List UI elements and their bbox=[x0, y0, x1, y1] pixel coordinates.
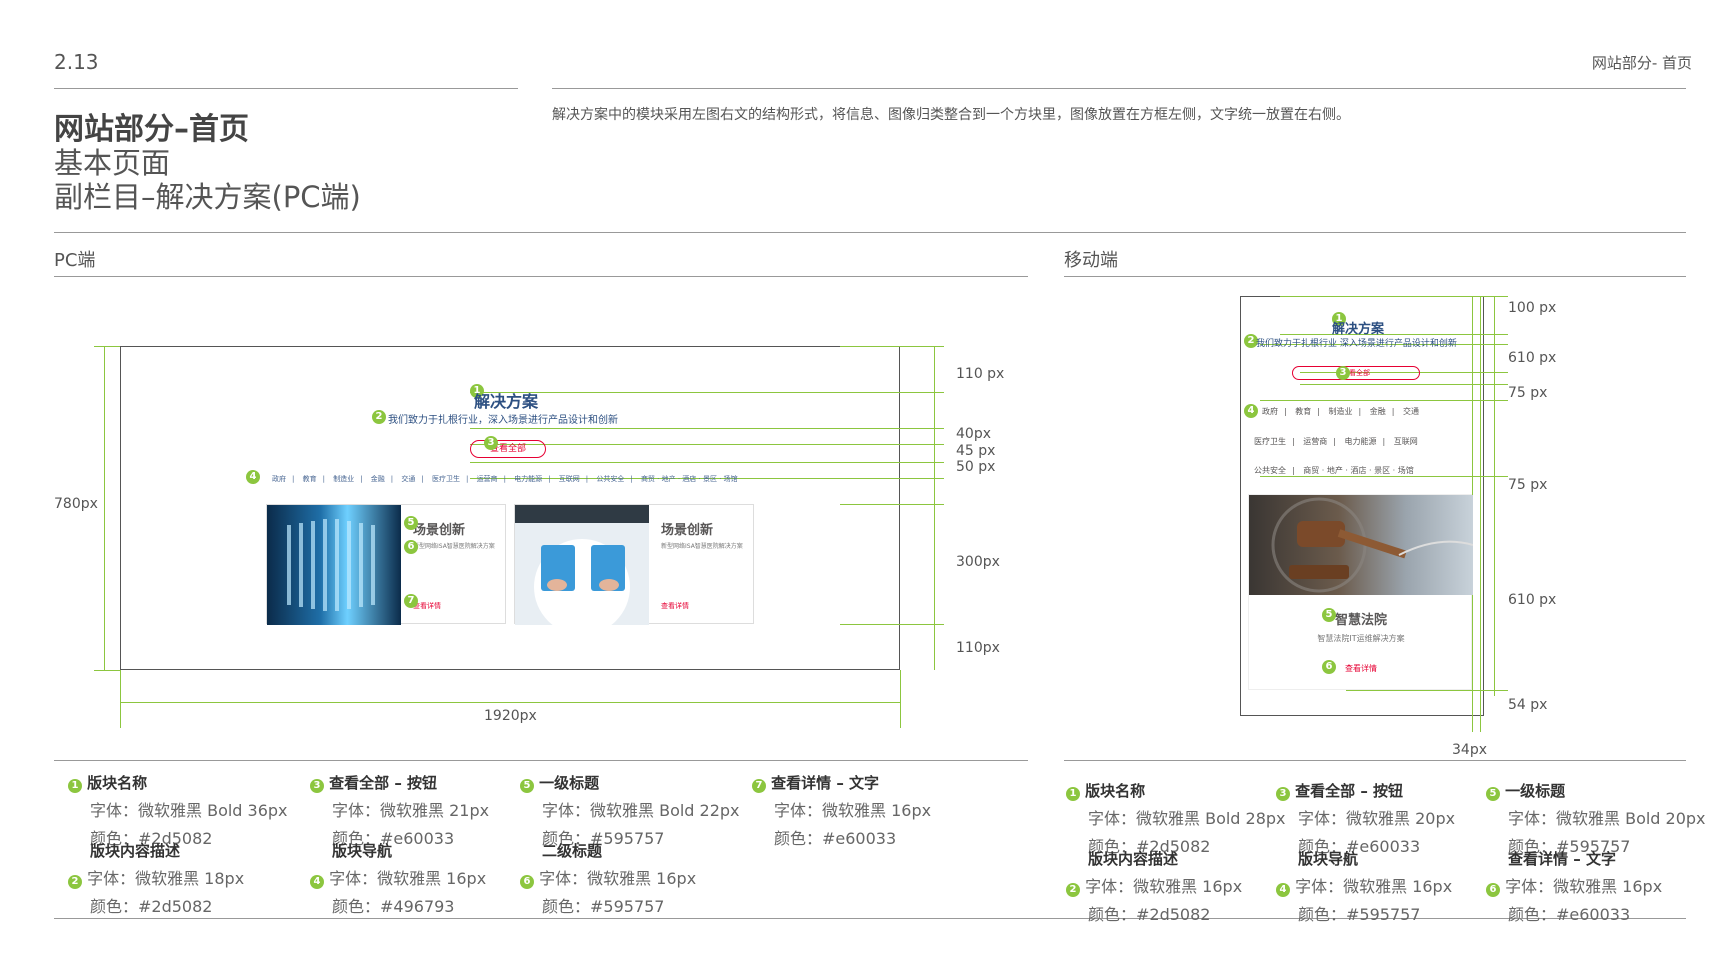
nav-item[interactable]: 教育 bbox=[1295, 407, 1311, 416]
mobile-spec-3: 3 查看全部 – 按钮 字体：微软雅黑 20px 颜色：#e60033 bbox=[1276, 780, 1455, 857]
mobile-card-title: 智慧法院 bbox=[1334, 613, 1387, 628]
mobile-mock-title: 解决方案 bbox=[1332, 322, 1385, 337]
mobile-card[interactable]: 智慧法院 智慧法院IT运维解决方案 查看详情 bbox=[1248, 494, 1473, 690]
pc-spec-1: 1 版块名称 字体：微软雅黑 Bold 36px 颜色：#2d5082 bbox=[68, 772, 288, 849]
nav-item[interactable]: 互联网 bbox=[1394, 437, 1418, 446]
divider bbox=[1064, 276, 1686, 277]
nav-item[interactable]: 公共安全 bbox=[1254, 466, 1286, 475]
pc-mock-nav: 政府 | 教育 | 制造业 | 金融 | 交通 | 医疗卫生 | 运营商 | 电力能源 | 互联… bbox=[272, 475, 738, 483]
nav-item[interactable]: 电力能源 bbox=[514, 475, 542, 483]
mobile-spec-5: 5 一级标题 字体：微软雅黑 Bold 20px 颜色：#595757 bbox=[1486, 780, 1706, 857]
mobile-section-label: 移动端 bbox=[1064, 250, 1118, 271]
nav-item[interactable]: 运营商 bbox=[477, 475, 498, 483]
pc-dim-4: 50 px bbox=[956, 459, 996, 475]
pc-spec-2: 版块内容描述 2 字体：微软雅黑 18px 颜色：#2d5082 bbox=[68, 840, 244, 917]
mobile-mock-nav-row-3: 公共安全 | 商贸 · 地产 · 酒店 · 景区 · 场馆 bbox=[1254, 466, 1414, 475]
nav-item[interactable]: 电力能源 bbox=[1345, 437, 1377, 446]
mobile-card-desc: 智慧法院IT运维解决方案 bbox=[1317, 634, 1405, 643]
nav-item[interactable]: 教育 bbox=[303, 475, 317, 483]
mobile-spec-4: 版块导航 4 字体：微软雅黑 16px 颜色：#595757 bbox=[1276, 848, 1452, 925]
nav-item[interactable]: 金融 bbox=[371, 475, 385, 483]
pc-dim-1: 110 px bbox=[956, 366, 1005, 382]
header-right: 网站部分- 首页 bbox=[1591, 54, 1692, 72]
divider bbox=[54, 760, 1028, 761]
mobile-dim-1: 100 px bbox=[1508, 300, 1557, 316]
mobile-dim-2: 610 px bbox=[1508, 350, 1557, 366]
mobile-mock-subtitle: 我们致力于扎根行业 深入场景进行产品设计和创新 bbox=[1256, 339, 1457, 349]
pc-card-desc: 新型网络ISA智慧医院解决方案 bbox=[661, 543, 743, 550]
nav-item[interactable]: 交通 bbox=[1403, 407, 1419, 416]
mobile-dim-6: 54 px bbox=[1508, 697, 1548, 713]
pc-card-title: 场景创新 bbox=[661, 523, 714, 538]
nav-item[interactable]: 医疗卫生 bbox=[1254, 437, 1286, 446]
nav-item[interactable]: 互联网 bbox=[559, 475, 580, 483]
mobile-dim-5: 610 px bbox=[1508, 592, 1557, 608]
description: 解决方案中的模块采用左图右文的结构形式，将信息、图像归类整合到一个方块里，图像放… bbox=[552, 107, 1350, 123]
laptop-image bbox=[515, 505, 649, 625]
nav-item[interactable]: 商贸 · 地产 · 酒店 · 景区 · 场馆 bbox=[1303, 466, 1414, 475]
pc-spec-5: 5 一级标题 字体：微软雅黑 Bold 22px 颜色：#595757 bbox=[520, 772, 740, 849]
mobile-dim-4: 75 px bbox=[1508, 477, 1548, 493]
mobile-spec-2: 版块内容描述 2 字体：微软雅黑 16px 颜色：#2d5082 bbox=[1066, 848, 1242, 925]
nav-item[interactable]: 制造业 bbox=[1329, 407, 1353, 416]
nav-item[interactable]: 政府 bbox=[272, 475, 286, 483]
mobile-dim-3: 75 px bbox=[1508, 385, 1548, 401]
pc-height-label: 780px bbox=[54, 496, 98, 512]
pc-mock-title: 解决方案 bbox=[474, 392, 539, 411]
nav-item[interactable]: 政府 bbox=[1262, 407, 1278, 416]
pc-spec-6: 二级标题 6 字体：微软雅黑 16px 颜色：#595757 bbox=[520, 840, 696, 917]
pc-dim-6: 110px bbox=[956, 640, 1000, 656]
pc-card-1[interactable]: 场景创新 新型网络ISA智慧医院解决方案 查看详情 bbox=[266, 504, 506, 625]
page-number: 2.13 bbox=[54, 50, 99, 74]
mobile-width-label: 34px bbox=[1452, 742, 1487, 758]
pc-dim-3: 45 px bbox=[956, 443, 996, 459]
divider bbox=[54, 88, 518, 89]
pc-spec-4: 版块导航 4 字体：微软雅黑 16px 颜色：#496793 bbox=[310, 840, 486, 917]
pc-mock-view-all-button[interactable]: 查看全部 bbox=[470, 440, 546, 458]
mobile-mock-nav-row-1: 政府 | 教育 | 制造业 | 金融 | 交通 bbox=[1262, 407, 1419, 416]
mobile-spec-1: 1 版块名称 字体：微软雅黑 Bold 28px 颜色：#2d5082 bbox=[1066, 780, 1286, 857]
mobile-mock-nav-row-2: 医疗卫生 | 运营商 | 电力能源 | 互联网 bbox=[1254, 437, 1418, 446]
page-subtitle-2: 副栏目–解决方案(PC端) bbox=[54, 180, 361, 214]
gavel-image bbox=[1249, 495, 1473, 595]
pc-section-label: PC端 bbox=[54, 250, 96, 271]
nav-item[interactable]: 公共安全 bbox=[596, 475, 624, 483]
pc-mock-subtitle: 我们致力于扎根行业，深入场景进行产品设计和创新 bbox=[388, 415, 618, 426]
nav-item[interactable]: 制造业 bbox=[333, 475, 354, 483]
server-image bbox=[267, 505, 401, 625]
pc-card-title: 场景创新 bbox=[413, 523, 466, 538]
divider bbox=[1064, 760, 1686, 761]
divider bbox=[54, 276, 1028, 277]
pc-dim-2: 40px bbox=[956, 426, 991, 442]
mobile-mock-view-all-button[interactable]: 查看全部 bbox=[1292, 366, 1420, 380]
pc-card-link[interactable]: 查看详情 bbox=[661, 601, 689, 611]
nav-item[interactable]: 交通 bbox=[401, 475, 415, 483]
nav-item[interactable]: 运营商 bbox=[1303, 437, 1327, 446]
divider bbox=[54, 232, 1686, 233]
mobile-spec-6: 查看详情 – 文字 6 字体：微软雅黑 16px 颜色：#e60033 bbox=[1486, 848, 1662, 925]
pc-dim-5: 300px bbox=[956, 554, 1000, 570]
nav-item[interactable]: 商贸 · 地产 · 酒店 · 景区 · 场馆 bbox=[641, 475, 738, 483]
nav-item[interactable]: 金融 bbox=[1370, 407, 1386, 416]
nav-item[interactable]: 医疗卫生 bbox=[432, 475, 460, 483]
pc-card-desc: 新型网络ISA智慧医院解决方案 bbox=[413, 543, 495, 550]
pc-width-label: 1920px bbox=[484, 708, 537, 724]
mobile-card-link[interactable]: 查看详情 bbox=[1249, 663, 1473, 674]
pc-spec-7: 7 查看详情 – 文字 字体：微软雅黑 16px 颜色：#e60033 bbox=[752, 772, 931, 849]
pc-spec-3: 3 查看全部 – 按钮 字体：微软雅黑 21px 颜色：#e60033 bbox=[310, 772, 489, 849]
pc-card-2[interactable]: 场景创新 新型网络ISA智慧医院解决方案 查看详情 bbox=[514, 504, 754, 625]
divider bbox=[552, 88, 1686, 89]
